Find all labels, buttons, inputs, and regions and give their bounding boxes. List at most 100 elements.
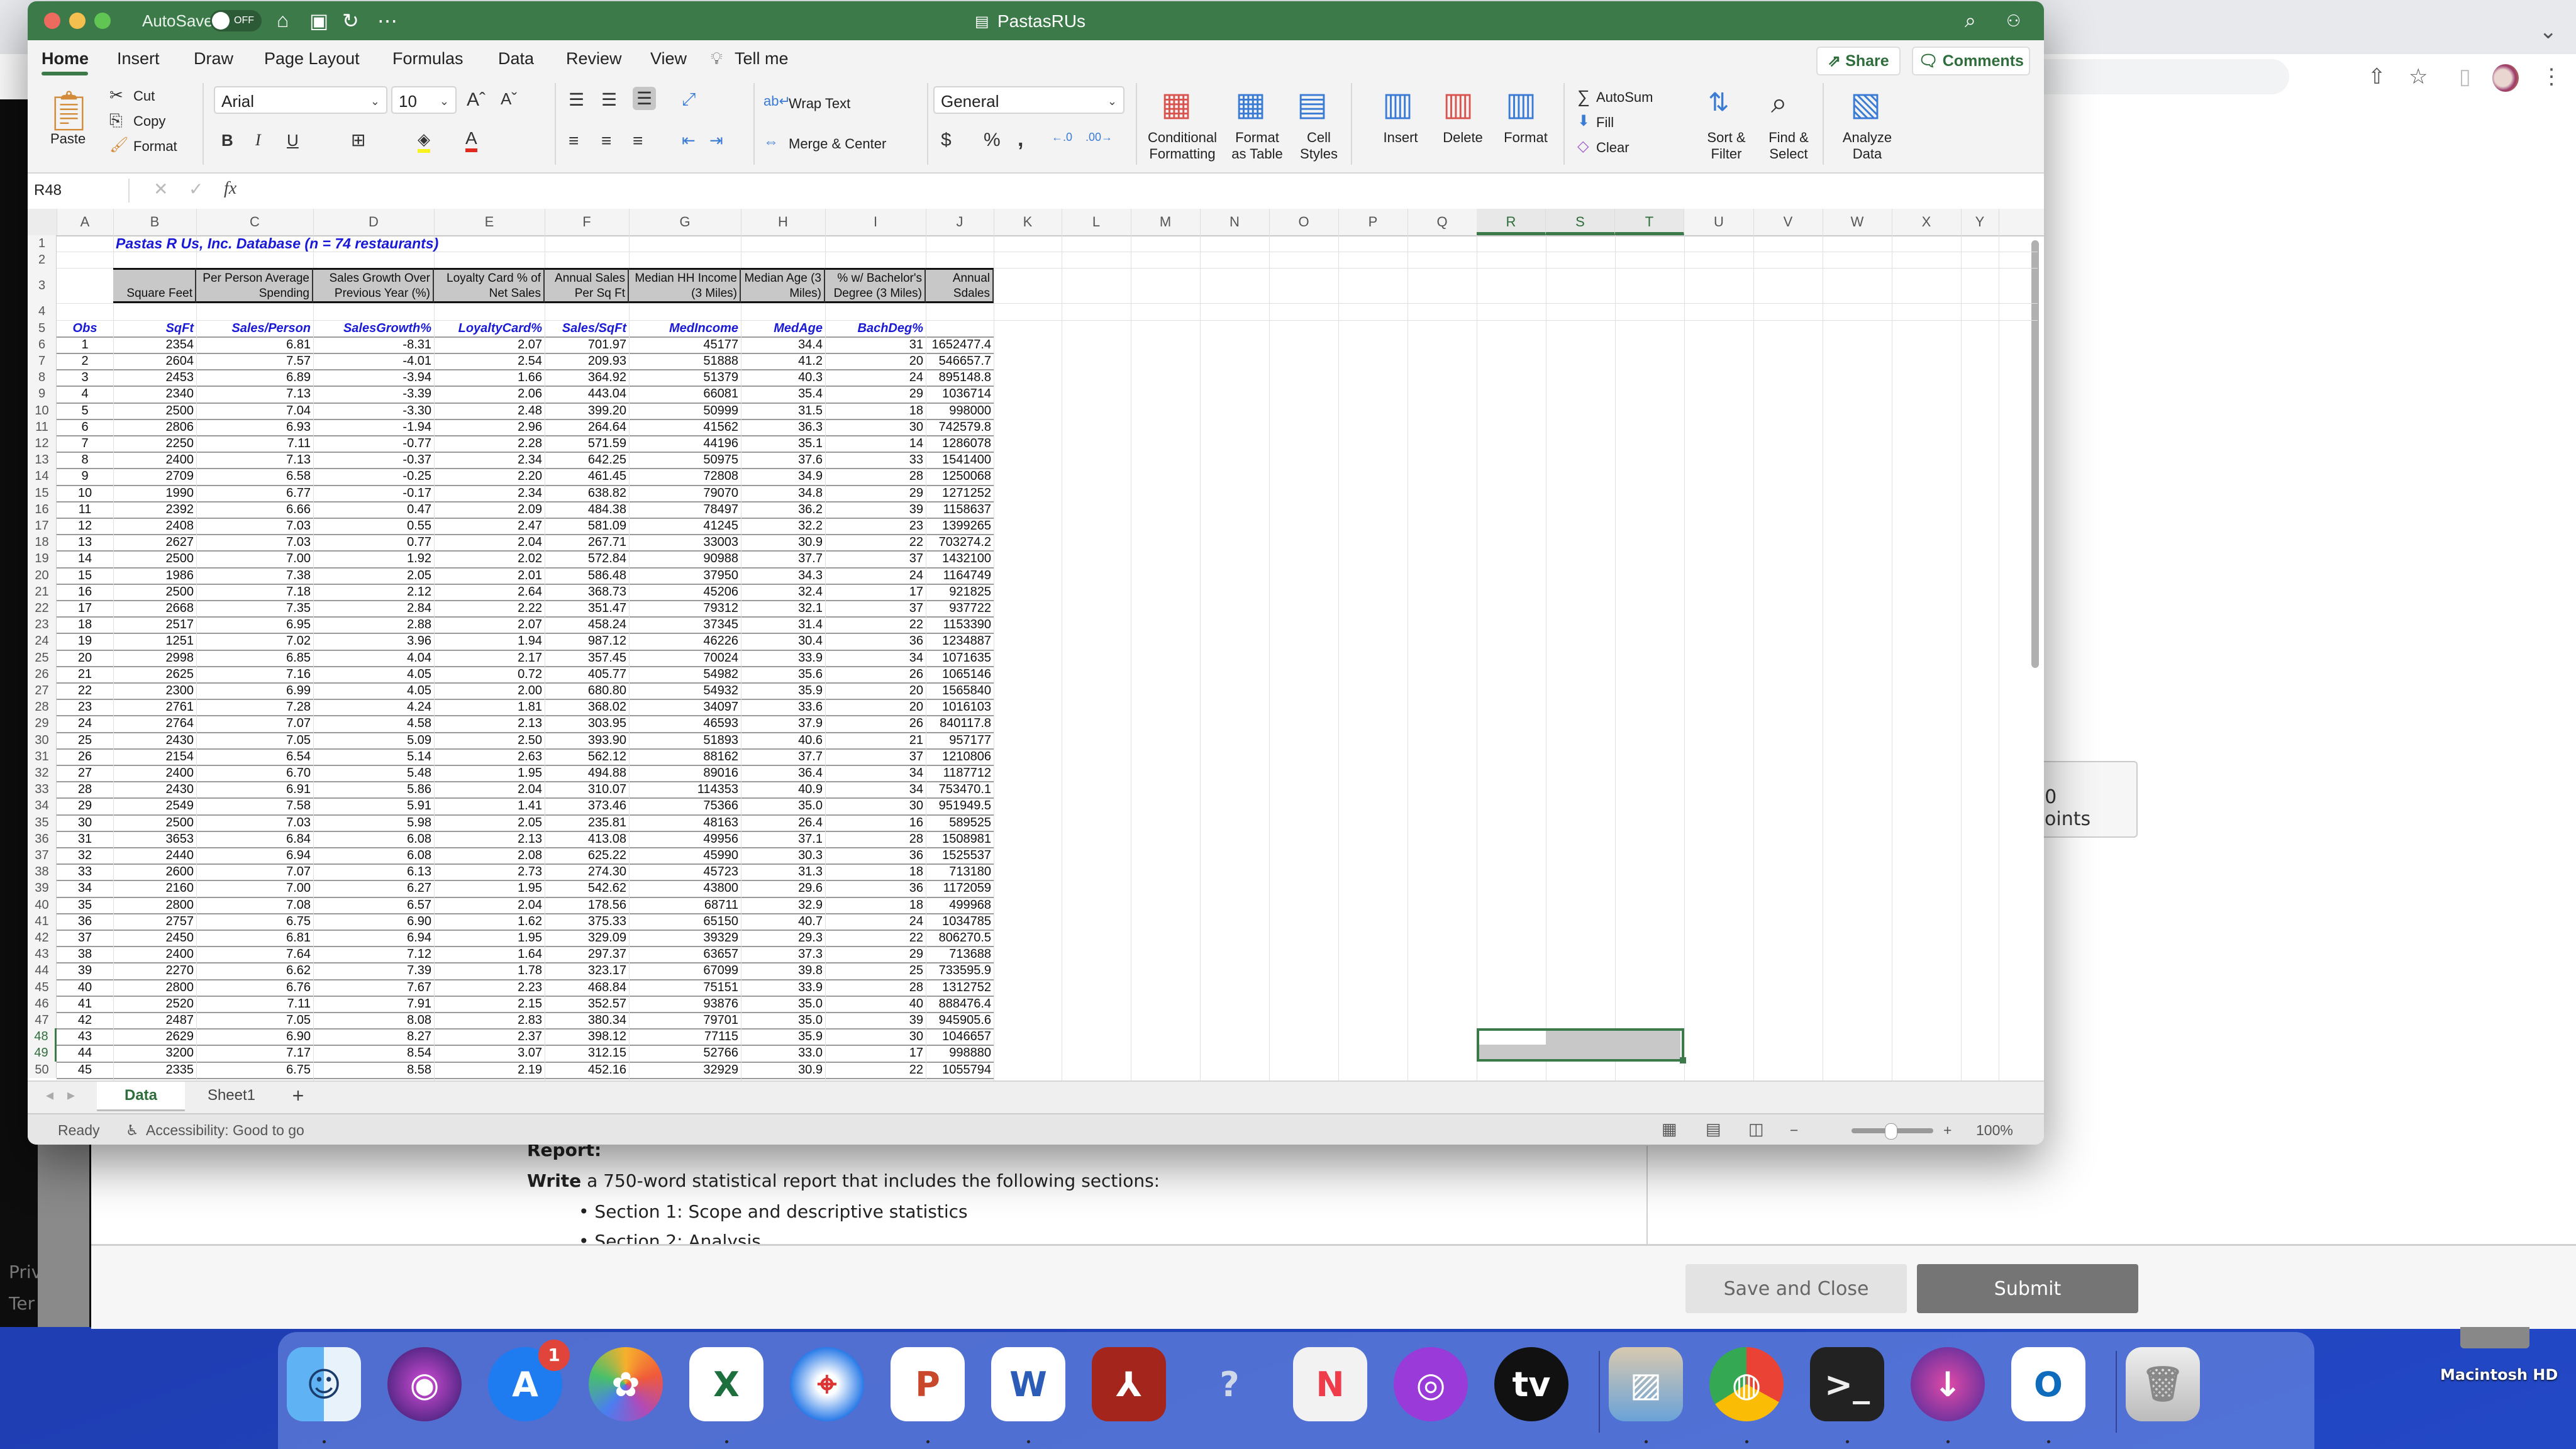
data-cell[interactable]: 17 (825, 584, 926, 600)
column-header-d[interactable]: D (313, 209, 435, 235)
data-cell[interactable]: 7.16 (196, 666, 313, 682)
dock-app-store-icon[interactable]: A1 (488, 1340, 570, 1421)
data-cell[interactable]: 37.9 (741, 715, 825, 731)
data-cell[interactable]: 30 (57, 814, 113, 831)
column-header-u[interactable]: U (1684, 209, 1754, 235)
data-cell[interactable]: 31 (57, 831, 113, 847)
data-cell[interactable]: 2450 (113, 930, 196, 946)
column-description-header[interactable]: Sales Growth Over Previous Year (%) (313, 268, 434, 304)
data-cell[interactable]: 29.6 (741, 880, 825, 896)
data-cell[interactable]: 586.48 (545, 567, 629, 584)
tab-home[interactable]: Home (42, 49, 89, 69)
data-cell[interactable]: 957177 (926, 732, 994, 748)
data-cell[interactable]: 2625 (113, 666, 196, 682)
comma-style-button[interactable]: , (1018, 127, 1023, 152)
data-cell[interactable]: 34097 (629, 699, 741, 715)
data-cell[interactable]: 375.33 (545, 913, 629, 930)
column-header-r[interactable]: R (1477, 209, 1546, 235)
data-cell[interactable]: 6.99 (196, 682, 313, 699)
data-cell[interactable]: 5.98 (313, 814, 434, 831)
fill-icon[interactable]: ⬇ (1577, 112, 1590, 130)
data-cell[interactable]: 50975 (629, 452, 741, 468)
data-cell[interactable]: 20 (57, 650, 113, 666)
data-cell[interactable]: 1.41 (434, 797, 545, 814)
data-cell[interactable]: 642.25 (545, 452, 629, 468)
data-cell[interactable]: 12 (57, 518, 113, 534)
data-cell[interactable]: 2408 (113, 518, 196, 534)
data-cell[interactable]: 4.24 (313, 699, 434, 715)
data-cell[interactable]: 405.77 (545, 666, 629, 682)
data-cell[interactable]: 34 (825, 765, 926, 781)
data-cell[interactable]: 30 (825, 1028, 926, 1045)
data-cell[interactable]: 2627 (113, 534, 196, 550)
data-cell[interactable]: 2487 (113, 1012, 196, 1028)
align-left-icon[interactable]: ≡ (569, 131, 579, 151)
data-cell[interactable]: 7.64 (196, 946, 313, 962)
data-cell[interactable]: 7.11 (196, 996, 313, 1012)
data-cell[interactable]: 1071635 (926, 650, 994, 666)
data-cell[interactable]: 4.58 (313, 715, 434, 731)
decrease-font-size-icon[interactable]: Aˇ (501, 89, 517, 109)
data-cell[interactable]: 93876 (629, 996, 741, 1012)
data-cell[interactable]: 14 (57, 550, 113, 567)
dock-microsoft-outlook-icon[interactable]: O (2011, 1347, 2085, 1421)
column-header-t[interactable]: T (1615, 209, 1684, 235)
increase-indent-icon[interactable]: ⇥ (709, 131, 723, 150)
scroll-tabs-right-icon[interactable]: ▸ (62, 1082, 80, 1109)
clear-icon[interactable]: ◇ (1577, 137, 1589, 155)
data-cell[interactable]: 33003 (629, 534, 741, 550)
data-cell[interactable]: 443.04 (545, 386, 629, 402)
data-cell[interactable]: 7.18 (196, 584, 313, 600)
data-cell[interactable]: 7.07 (196, 715, 313, 731)
row-header-2[interactable]: 2 (28, 252, 57, 269)
data-cell[interactable]: 63657 (629, 946, 741, 962)
data-cell[interactable]: 17 (825, 1045, 926, 1061)
data-cell[interactable]: 2.05 (313, 567, 434, 584)
data-cell[interactable]: 7.57 (196, 353, 313, 369)
data-cell[interactable]: 1158637 (926, 501, 994, 518)
dock-google-chrome-icon[interactable]: ◍ (1709, 1347, 1784, 1421)
data-cell[interactable]: 8 (57, 452, 113, 468)
row-header-45[interactable]: 45 (28, 979, 57, 996)
data-cell[interactable]: 1286078 (926, 435, 994, 452)
currency-button[interactable]: $ (941, 130, 952, 151)
data-cell[interactable]: 22 (57, 682, 113, 699)
data-cell[interactable]: 2.63 (434, 748, 545, 765)
data-cell[interactable]: 40.7 (741, 913, 825, 930)
data-cell[interactable]: 1.64 (434, 946, 545, 962)
data-cell[interactable]: 34.3 (741, 567, 825, 584)
data-cell[interactable]: 6.81 (196, 930, 313, 946)
data-cell[interactable]: 2.04 (434, 781, 545, 797)
data-cell[interactable]: 37.6 (741, 452, 825, 468)
data-cell[interactable]: 18 (825, 402, 926, 419)
data-cell[interactable]: 35.9 (741, 682, 825, 699)
row-header-30[interactable]: 30 (28, 731, 57, 748)
column-description-header[interactable]: Square Feet (113, 268, 196, 304)
data-cell[interactable]: 888476.4 (926, 996, 994, 1012)
confirm-formula-icon[interactable]: ✓ (189, 179, 203, 199)
data-cell[interactable]: 2400 (113, 946, 196, 962)
data-cell[interactable]: -0.17 (313, 485, 434, 501)
data-cell[interactable]: 30.4 (741, 633, 825, 649)
data-cell[interactable]: 36.4 (741, 765, 825, 781)
row-header-8[interactable]: 8 (28, 369, 57, 386)
zoom-slider[interactable] (1852, 1123, 1933, 1140)
profile-avatar[interactable] (2492, 64, 2519, 92)
column-header-e[interactable]: E (434, 209, 545, 235)
data-cell[interactable]: 452.16 (545, 1062, 629, 1078)
data-cell[interactable]: 2.88 (313, 616, 434, 633)
data-cell[interactable]: 3 (57, 369, 113, 386)
data-cell[interactable]: 41562 (629, 419, 741, 435)
column-description-header[interactable]: Per Person Average Spending (196, 268, 313, 304)
row-header-46[interactable]: 46 (28, 995, 57, 1012)
more-options-icon[interactable]: ⋯ (377, 9, 397, 33)
column-header-k[interactable]: K (994, 209, 1062, 235)
data-cell[interactable]: 29 (57, 797, 113, 814)
data-cell[interactable]: 998000 (926, 402, 994, 419)
dock-terminal-icon[interactable]: >_ (1810, 1347, 1884, 1421)
data-cell[interactable]: 43 (57, 1028, 113, 1045)
data-cell[interactable]: 52766 (629, 1045, 741, 1061)
data-cell[interactable]: 65150 (629, 913, 741, 930)
accessibility-status[interactable]: Accessibility: Good to go (146, 1122, 304, 1139)
data-cell[interactable]: 8.27 (313, 1028, 434, 1045)
